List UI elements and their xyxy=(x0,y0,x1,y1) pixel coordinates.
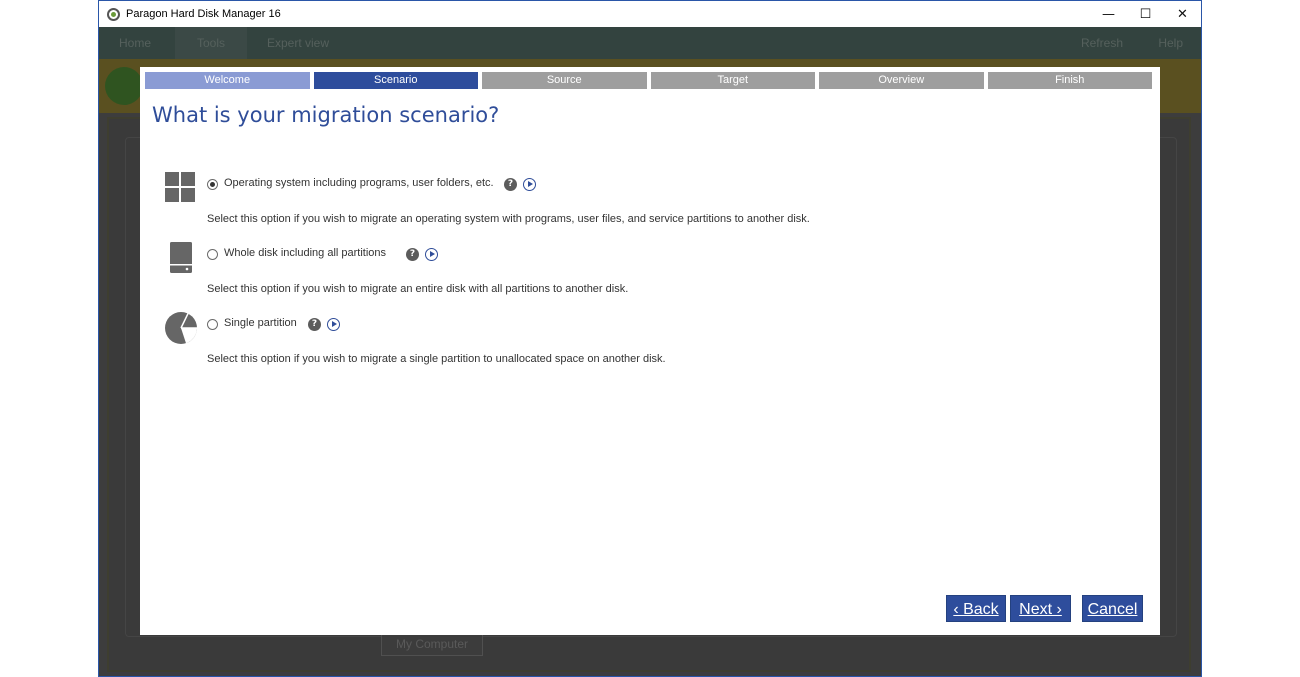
menu-refresh: Refresh xyxy=(1080,36,1123,50)
next-button[interactable]: Next › xyxy=(1010,595,1071,622)
migration-wizard-dialog: Welcome Scenario Source Target Overview … xyxy=(140,67,1160,635)
main-menu-bar: Home Tools Expert view Refresh Help xyxy=(99,27,1201,59)
os-option-label[interactable]: Operating system including programs, use… xyxy=(224,177,494,189)
os-radio[interactable] xyxy=(207,179,218,190)
hard-disk-icon xyxy=(170,242,192,273)
play-video-icon[interactable] xyxy=(327,318,340,331)
step-welcome: Welcome xyxy=(145,72,310,89)
menu-help: Help xyxy=(1158,36,1183,50)
step-overview: Overview xyxy=(819,72,984,89)
app-logo-icon xyxy=(107,7,120,21)
minimize-button[interactable]: — xyxy=(1090,1,1127,27)
menu-expert-view: Expert view xyxy=(267,36,330,50)
single-partition-option-description: Select this option if you wish to migrat… xyxy=(207,353,666,365)
maximize-button[interactable]: ☐ xyxy=(1127,1,1164,27)
option-operating-system: Operating system including programs, use… xyxy=(140,171,1140,231)
menu-tools: Tools xyxy=(175,27,248,59)
menu-home: Home xyxy=(119,36,152,50)
window-title: Paragon Hard Disk Manager 16 xyxy=(126,8,281,20)
play-video-icon[interactable] xyxy=(425,248,438,261)
whole-disk-option-description: Select this option if you wish to migrat… xyxy=(207,283,629,295)
single-partition-radio[interactable] xyxy=(207,319,218,330)
cancel-button[interactable]: Cancel xyxy=(1082,595,1143,622)
step-finish: Finish xyxy=(987,72,1152,89)
help-icon[interactable]: ? xyxy=(504,178,517,191)
step-source: Source xyxy=(482,72,647,89)
windows-logo-icon xyxy=(165,172,195,202)
back-button[interactable]: ‹ Back xyxy=(946,595,1006,622)
option-whole-disk: Whole disk including all partitions ? Se… xyxy=(140,241,1140,301)
help-icon[interactable]: ? xyxy=(406,248,419,261)
option-single-partition: Single partition ? Select this option if… xyxy=(140,311,1140,371)
pie-partition-icon xyxy=(165,312,197,344)
page-title: What is your migration scenario? xyxy=(152,103,500,127)
play-video-icon[interactable] xyxy=(523,178,536,191)
step-target: Target xyxy=(650,72,815,89)
os-option-description: Select this option if you wish to migrat… xyxy=(207,213,810,225)
window-controls: — ☐ ✕ xyxy=(1090,1,1201,27)
my-computer-tab: My Computer xyxy=(381,632,483,656)
whole-disk-option-label[interactable]: Whole disk including all partitions xyxy=(224,247,386,259)
single-partition-option-label[interactable]: Single partition xyxy=(224,317,297,329)
banner-logo-icon xyxy=(105,67,143,105)
wizard-steps: Welcome Scenario Source Target Overview … xyxy=(145,72,1152,89)
title-bar: Paragon Hard Disk Manager 16 — ☐ ✕ xyxy=(99,1,1201,27)
close-button[interactable]: ✕ xyxy=(1164,1,1201,27)
help-icon[interactable]: ? xyxy=(308,318,321,331)
whole-disk-radio[interactable] xyxy=(207,249,218,260)
step-scenario: Scenario xyxy=(313,72,478,89)
